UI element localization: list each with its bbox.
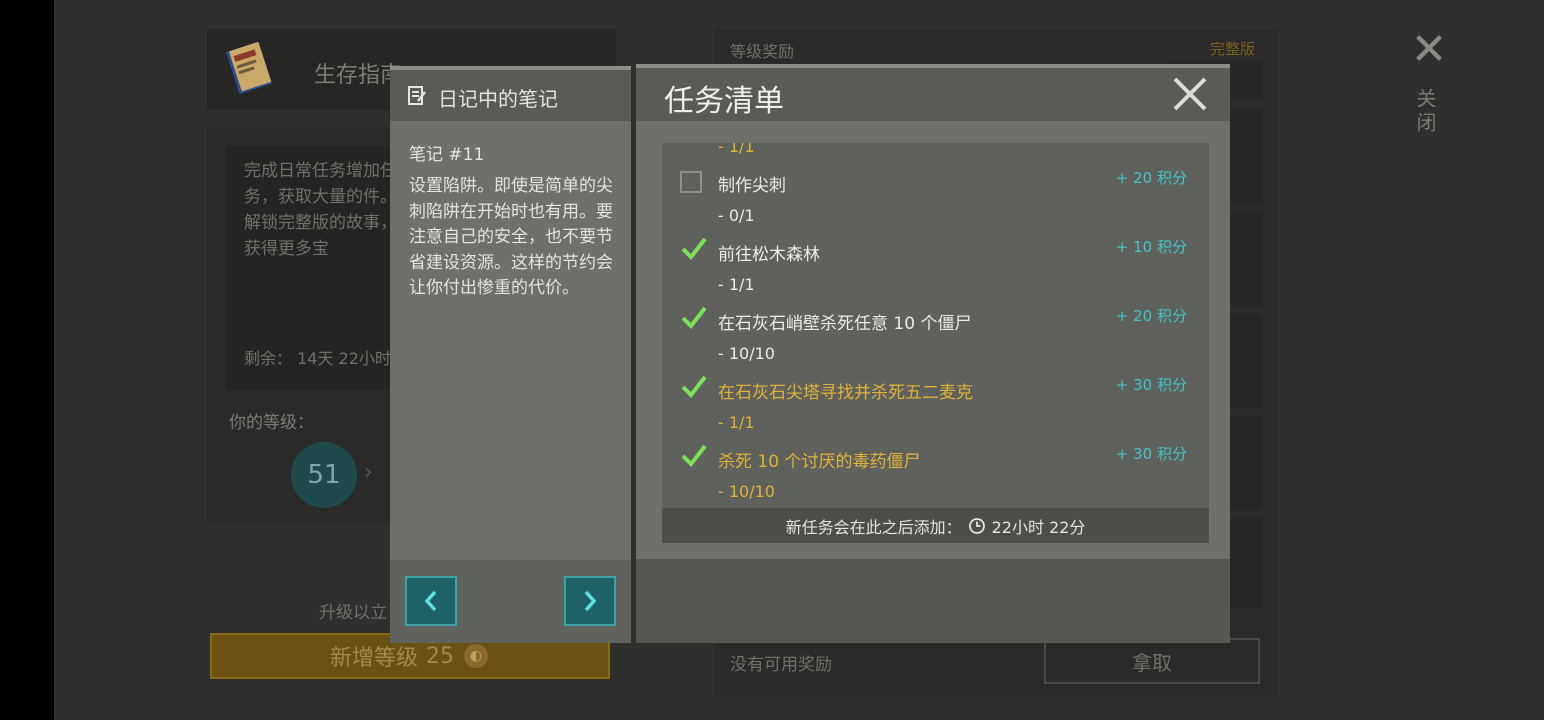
checkmark-icon <box>681 237 707 261</box>
full-version-label: 完整版 <box>1210 40 1256 58</box>
task-list-scroll[interactable]: - 1/1 制作尖刺 + 20 积分 - 0/1 前往松木森林 + 10 积分 … <box>662 143 1209 508</box>
no-reward-text: 没有可用奖励 <box>730 655 832 675</box>
task-title: 前往松木森林 <box>718 245 820 265</box>
notes-title: 日记中的笔记 <box>438 87 558 111</box>
claim-button[interactable]: 拿取 <box>1044 638 1260 684</box>
task-item: 在石灰石峭壁杀死任意 10 个僵尸 + 20 积分 - 10/10 <box>662 281 1209 363</box>
close-icon[interactable]: ✕ <box>1404 28 1454 72</box>
game-screen: 生存指南 完成日常任务增加任务，获取大量的件。解锁完整版的故事，获得更多宝 剩余… <box>54 0 1544 720</box>
task-title: 制作尖刺 <box>718 176 786 196</box>
new-task-time: 22小时 22分 <box>991 517 1086 537</box>
close-icon[interactable] <box>1168 72 1212 116</box>
checkmark-icon <box>681 444 707 468</box>
chevron-right-icon: › <box>364 460 373 485</box>
add-level-cost: 25 <box>426 643 454 669</box>
task-title: 在石灰石尖塔寻找并杀死五二麦克 <box>718 383 973 403</box>
note-number: 笔记 #11 <box>409 145 485 165</box>
task-points: + 20 积分 <box>1115 169 1187 187</box>
task-points: + 10 积分 <box>1115 238 1187 256</box>
task-points: + 20 积分 <box>1115 307 1187 325</box>
upgrade-text: 升级以立 <box>319 603 387 623</box>
level-badge: 51 <box>291 442 357 508</box>
level-label: 你的等级： <box>229 413 314 433</box>
task-title: 在石灰石峭壁杀死任意 10 个僵尸 <box>718 314 972 334</box>
note-text: 设置陷阱。即使是简单的尖刺陷阱在开始时也有用。要注意自己的安全，也不要节省建设资… <box>409 176 613 298</box>
remaining-time: 剩余： 14天 22小时 <box>244 349 391 368</box>
close-label[interactable]: 关闭 <box>1413 88 1440 136</box>
chevron-right-icon <box>584 590 597 612</box>
new-task-text: 新任务会在此之后添加： <box>785 517 962 537</box>
guide-description: 完成日常任务增加任务，获取大量的件。解锁完整版的故事，获得更多宝 <box>244 161 397 259</box>
checkmark-icon <box>681 306 707 330</box>
task-item: 在石灰石尖塔寻找并杀死五二麦克 + 30 积分 - 1/1 <box>662 350 1209 432</box>
checkmark-icon <box>681 375 707 399</box>
task-item: 制作尖刺 + 20 积分 - 0/1 <box>662 143 1209 225</box>
task-points: + 30 积分 <box>1115 445 1187 463</box>
task-list-title: 任务清单 <box>664 84 784 119</box>
task-item: 前往松木森林 + 10 积分 - 1/1 <box>662 212 1209 294</box>
task-item: 杀死 10 个讨厌的毒药僵尸 + 30 积分 - 10/10 <box>662 419 1209 501</box>
new-task-timer: 新任务会在此之后添加： 22小时 22分 <box>662 508 1209 543</box>
task-progress: - 10/10 <box>718 482 775 501</box>
guide-title: 生存指南 <box>314 63 403 88</box>
add-level-label: 新增等级 <box>329 646 418 671</box>
notepad-icon <box>408 86 426 105</box>
previous-note-button[interactable] <box>405 576 457 626</box>
task-list-footer <box>636 559 1230 643</box>
clock-icon <box>968 517 985 534</box>
next-note-button[interactable] <box>564 576 616 626</box>
level-rewards-label: 等级奖励 <box>730 42 795 61</box>
unchecked-box-icon <box>680 171 702 193</box>
task-title: 杀死 10 个讨厌的毒药僵尸 <box>718 452 921 472</box>
task-points: + 30 积分 <box>1115 376 1187 394</box>
chevron-left-icon <box>424 590 437 612</box>
survival-guide-book-icon <box>226 41 272 95</box>
coin-icon: ◐ <box>462 642 490 670</box>
